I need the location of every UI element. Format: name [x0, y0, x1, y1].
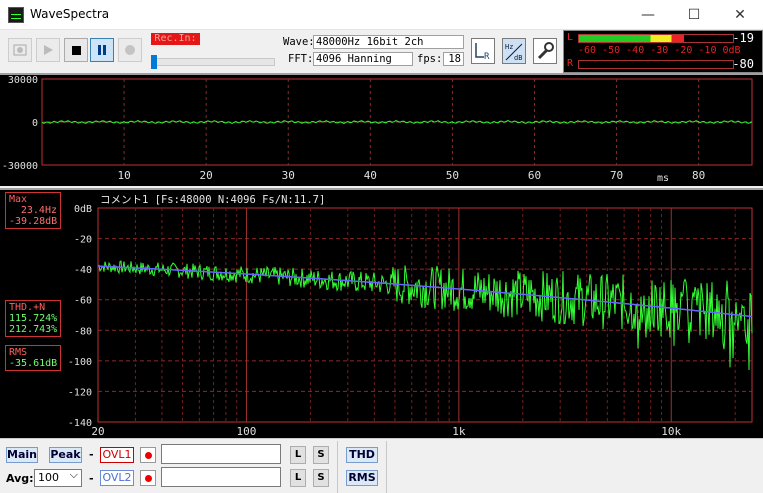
svg-text:dB: dB: [514, 54, 522, 62]
stop-icon[interactable]: [64, 38, 88, 62]
fps-label: fps:: [417, 53, 443, 65]
peak-button[interactable]: Peak: [49, 447, 82, 463]
ovl2-record-icon[interactable]: [140, 470, 156, 486]
ovl1-comment-input[interactable]: [161, 444, 281, 464]
hz-db-icon[interactable]: Hz dB: [502, 38, 526, 64]
wave-format-field: 48000Hz 16bit 2ch: [313, 35, 464, 49]
rms-label: RMS: [9, 347, 28, 358]
spectrum-panel[interactable]: コメント1 [Fs:48000 N:4096 Fs/N:11.7] 0dB -20 -…: [0, 188, 763, 438]
input-level-slider[interactable]: [151, 58, 275, 66]
dash-separator: -: [89, 472, 94, 485]
meter-right-value: -80: [732, 57, 754, 71]
wave-label: Wave:: [283, 36, 315, 48]
rms-readout: RMS -35.61dB: [5, 345, 61, 371]
y-tick-label: -80: [74, 326, 92, 337]
x-tick-label: 40: [364, 169, 377, 182]
x-tick-label: 100: [237, 425, 257, 438]
main-button[interactable]: Main: [6, 447, 38, 463]
y-tick-label: -30000: [2, 161, 38, 172]
wrench-icon[interactable]: [533, 38, 557, 64]
rec-input-label[interactable]: Rec.In:: [151, 33, 200, 45]
thd-readout: THD.+N 115.724% 212.743%: [5, 300, 61, 337]
lr-icon[interactable]: R: [471, 38, 495, 64]
x-tick-label: 80: [692, 169, 705, 182]
max-level: -39.28dB: [9, 216, 58, 227]
y-tick-label: -60: [74, 296, 92, 307]
ovl2-button[interactable]: OVL2: [100, 470, 134, 486]
ovl1-record-icon[interactable]: [140, 447, 156, 463]
meter-right-label: R: [567, 58, 574, 69]
y-tick-label: -140: [68, 418, 92, 429]
record-icon[interactable]: [118, 38, 142, 62]
avg-label: Avg:: [6, 472, 34, 485]
rms-value: -35.61dB: [9, 358, 58, 369]
fft-setting-field: 4096 Hanning: [313, 52, 413, 66]
meter-right-bar: [578, 60, 734, 69]
waveform-panel[interactable]: 30000 0 -30000 10 20 30 40 50 60 70 80 ms: [0, 73, 763, 186]
thd-left-value: 115.724%: [9, 313, 58, 324]
close-button[interactable]: ✕: [717, 0, 763, 30]
y-tick-label: -40: [74, 265, 92, 276]
ovl1-button[interactable]: OVL1: [100, 447, 134, 463]
spectrum-plot: コメント1 [Fs:48000 N:4096 Fs/N:11.7] 0dB -20 -…: [68, 194, 753, 438]
x-tick-label: 20: [200, 169, 213, 182]
ovl2-load-button[interactable]: L: [290, 469, 306, 487]
spectrum-comment: コメント1 [Fs:48000 N:4096 Fs/N:11.7]: [100, 194, 325, 206]
x-unit-label: ms: [657, 173, 669, 184]
divider: [386, 441, 387, 493]
y-tick-label: -120: [68, 387, 92, 398]
x-tick-label: 20: [91, 425, 104, 438]
waveform-plot: 30000 0 -30000 10 20 30 40 50 60 70 80 ms: [2, 75, 753, 184]
max-frequency: 23.4Hz: [20, 205, 57, 216]
window-title: WaveSpectra: [30, 7, 110, 21]
settings-icon[interactable]: [8, 38, 32, 62]
x-tick-label: 1k: [452, 425, 466, 438]
meter-left-value: -19: [732, 31, 754, 45]
avg-select[interactable]: 100: [34, 467, 82, 487]
max-readout: Max 23.4Hz -39.28dB: [5, 192, 61, 229]
y-tick-label: -100: [68, 357, 92, 368]
ovl2-save-button[interactable]: S: [313, 469, 329, 487]
slider-thumb[interactable]: [151, 55, 157, 69]
x-tick-label: 70: [610, 169, 623, 182]
bottom-panel: Main Peak - OVL1 L S Avg: 100 - OVL2 L S…: [0, 438, 763, 493]
y-tick-label: 0dB: [74, 204, 92, 215]
thd-right-value: 212.743%: [9, 324, 58, 335]
level-meter: L -19 -60 -50 -40 -30 -20 -10 0dB R -80: [563, 30, 763, 73]
pause-icon[interactable]: [90, 38, 114, 62]
play-icon[interactable]: [36, 38, 60, 62]
ovl1-save-button[interactable]: S: [313, 446, 329, 464]
spectrum-trace-average: [98, 265, 753, 318]
divider: [337, 441, 338, 493]
fft-label: FFT:: [288, 53, 314, 65]
y-tick-label: 30000: [8, 75, 38, 86]
y-tick-label: 0: [32, 118, 38, 129]
ovl2-comment-input[interactable]: [161, 467, 281, 487]
dash-separator: -: [89, 448, 94, 461]
meter-left-bar: [578, 34, 734, 43]
spectrum-trace-left: [97, 260, 753, 371]
title-bar: WaveSpectra — ☐ ✕: [0, 0, 763, 30]
y-tick-label: -20: [74, 235, 92, 246]
thd-label: THD.+N: [9, 302, 46, 313]
svg-text:R: R: [484, 52, 490, 62]
x-tick-label: 10k: [661, 425, 681, 438]
max-label: Max: [9, 194, 28, 205]
x-tick-label: 30: [282, 169, 295, 182]
x-tick-label: 50: [446, 169, 459, 182]
x-tick-label: 10: [117, 169, 130, 182]
svg-text:Hz: Hz: [505, 43, 513, 51]
app-icon: [8, 7, 24, 23]
maximize-button[interactable]: ☐: [671, 0, 717, 30]
thd-button[interactable]: THD: [346, 447, 378, 463]
meter-left-label: L: [567, 32, 574, 43]
meter-scale: -60 -50 -40 -30 -20 -10 0dB: [578, 45, 741, 56]
rms-button[interactable]: RMS: [346, 470, 378, 486]
fps-field: 18: [443, 52, 464, 66]
x-tick-label: 60: [528, 169, 541, 182]
ovl1-load-button[interactable]: L: [290, 446, 306, 464]
minimize-button[interactable]: —: [625, 0, 671, 30]
